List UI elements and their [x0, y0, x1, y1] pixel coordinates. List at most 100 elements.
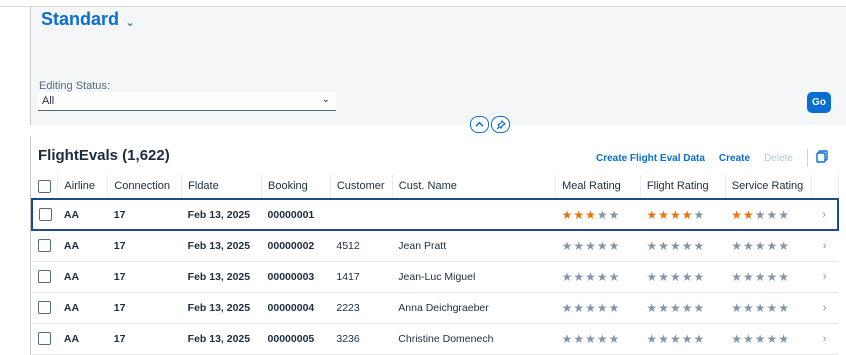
star-icon[interactable]: ★	[778, 239, 790, 253]
variant-title[interactable]: Standard	[41, 9, 119, 30]
flight-rating-cell[interactable]: ★★★★★	[640, 230, 726, 262]
star-icon[interactable]: ★	[731, 332, 743, 346]
flight-rating-stars[interactable]: ★★★★★	[646, 208, 705, 222]
column-header[interactable]: Service Rating	[725, 174, 812, 200]
row-checkbox[interactable]	[38, 239, 51, 253]
select-all-checkbox[interactable]	[38, 179, 51, 193]
star-icon[interactable]: ★	[682, 239, 694, 253]
star-icon[interactable]: ★	[597, 332, 609, 346]
column-header[interactable]: Connection	[107, 174, 183, 200]
star-icon[interactable]: ★	[693, 208, 705, 222]
flight-rating-cell[interactable]: ★★★★★	[640, 261, 726, 293]
column-header[interactable]: Airline	[57, 174, 109, 200]
star-icon[interactable]: ★	[609, 208, 621, 222]
star-icon[interactable]: ★	[573, 301, 585, 315]
row-checkbox[interactable]	[39, 208, 52, 221]
star-icon[interactable]: ★	[573, 332, 585, 346]
meal-rating-cell[interactable]: ★★★★★	[555, 198, 641, 231]
star-icon[interactable]: ★	[767, 301, 779, 315]
star-icon[interactable]: ★	[597, 239, 609, 253]
meal-rating-cell[interactable]: ★★★★★	[555, 230, 641, 262]
star-icon[interactable]: ★	[609, 301, 621, 315]
star-icon[interactable]: ★	[731, 301, 743, 315]
star-icon[interactable]: ★	[609, 332, 621, 346]
meal-rating-stars[interactable]: ★★★★★	[562, 208, 621, 222]
column-header[interactable]: Fldate	[181, 174, 263, 200]
meal-rating-stars[interactable]: ★★★★★	[562, 301, 621, 315]
star-icon[interactable]: ★	[682, 270, 694, 284]
star-icon[interactable]: ★	[743, 270, 755, 284]
flight-rating-stars[interactable]: ★★★★★	[646, 301, 705, 315]
table-row[interactable]: AA 17 Feb 13, 2025 00000003 1417 Jean-Luc Mig…	[32, 261, 838, 293]
service-rating-cell[interactable]: ★★★★★	[725, 323, 812, 355]
flight-rating-cell[interactable]: ★★★★★	[640, 323, 726, 355]
flight-rating-cell[interactable]: ★★★★★	[640, 292, 726, 324]
table-row[interactable]: AA 17 Feb 13, 2025 00000005 3236 Christine Do…	[32, 323, 838, 355]
service-rating-cell[interactable]: ★★★★★	[725, 292, 812, 324]
star-icon[interactable]: ★	[743, 332, 755, 346]
meal-rating-cell[interactable]: ★★★★★	[555, 292, 641, 324]
star-icon[interactable]: ★	[755, 270, 767, 284]
star-icon[interactable]: ★	[743, 208, 755, 222]
star-icon[interactable]: ★	[670, 332, 682, 346]
chevron-down-icon[interactable]: ⌄	[322, 94, 330, 105]
service-rating-stars[interactable]: ★★★★★	[731, 208, 790, 222]
create-button[interactable]: Create	[719, 153, 750, 164]
star-icon[interactable]: ★	[646, 270, 658, 284]
service-rating-stars[interactable]: ★★★★★	[731, 270, 790, 284]
star-icon[interactable]: ★	[562, 239, 574, 253]
variant-selector[interactable]: Standard ⌄	[41, 9, 135, 30]
star-icon[interactable]: ★	[682, 208, 694, 222]
row-nav-icon[interactable]: ›	[811, 198, 839, 231]
row-checkbox[interactable]	[38, 270, 51, 283]
star-icon[interactable]: ★	[658, 332, 670, 346]
service-rating-stars[interactable]: ★★★★★	[731, 239, 790, 253]
star-icon[interactable]: ★	[731, 239, 743, 253]
meal-rating-stars[interactable]: ★★★★★	[562, 332, 621, 346]
collapse-icon[interactable]	[470, 116, 489, 133]
row-checkbox[interactable]	[38, 332, 51, 345]
service-rating-stars[interactable]: ★★★★★	[731, 301, 790, 315]
meal-rating-cell[interactable]: ★★★★★	[555, 261, 641, 293]
star-icon[interactable]: ★	[585, 301, 597, 315]
star-icon[interactable]: ★	[573, 208, 585, 222]
meal-rating-stars[interactable]: ★★★★★	[562, 239, 621, 253]
row-nav-icon[interactable]: ›	[811, 261, 838, 293]
star-icon[interactable]: ★	[767, 270, 779, 284]
meal-rating-stars[interactable]: ★★★★★	[562, 270, 621, 284]
star-icon[interactable]: ★	[573, 239, 585, 253]
service-rating-cell[interactable]: ★★★★★	[725, 230, 812, 262]
star-icon[interactable]: ★	[670, 239, 682, 253]
column-header[interactable]: Booking	[261, 174, 331, 200]
service-rating-cell[interactable]: ★★★★★	[725, 198, 812, 231]
star-icon[interactable]: ★	[731, 208, 743, 222]
table-row[interactable]: AA 17 Feb 13, 2025 00000004 2223 Anna Deichgr…	[32, 292, 838, 324]
star-icon[interactable]: ★	[755, 208, 767, 222]
star-icon[interactable]: ★	[670, 270, 682, 284]
table-row[interactable]: AA 17 Feb 13, 2025 00000001 ★★★★★ ★★★★★ ★★★★★ ›	[31, 198, 839, 231]
row-nav-icon[interactable]: ›	[811, 323, 838, 355]
star-icon[interactable]: ★	[562, 208, 574, 222]
service-rating-cell[interactable]: ★★★★★	[725, 261, 812, 293]
star-icon[interactable]: ★	[597, 301, 609, 315]
editing-status-select[interactable]: All ⌄	[38, 92, 336, 111]
star-icon[interactable]: ★	[670, 301, 682, 315]
star-icon[interactable]: ★	[743, 301, 755, 315]
star-icon[interactable]: ★	[778, 332, 790, 346]
star-icon[interactable]: ★	[755, 332, 767, 346]
star-icon[interactable]: ★	[755, 239, 767, 253]
star-icon[interactable]: ★	[562, 301, 574, 315]
star-icon[interactable]: ★	[767, 208, 779, 222]
star-icon[interactable]: ★	[755, 301, 767, 315]
service-rating-stars[interactable]: ★★★★★	[731, 332, 790, 346]
go-button[interactable]: Go	[807, 92, 831, 113]
star-icon[interactable]: ★	[609, 270, 621, 284]
star-icon[interactable]: ★	[646, 301, 658, 315]
star-icon[interactable]: ★	[658, 301, 670, 315]
star-icon[interactable]: ★	[682, 332, 694, 346]
star-icon[interactable]: ★	[597, 208, 609, 222]
star-icon[interactable]: ★	[562, 270, 574, 284]
star-icon[interactable]: ★	[767, 332, 779, 346]
star-icon[interactable]: ★	[646, 332, 658, 346]
flight-rating-stars[interactable]: ★★★★★	[646, 239, 705, 253]
